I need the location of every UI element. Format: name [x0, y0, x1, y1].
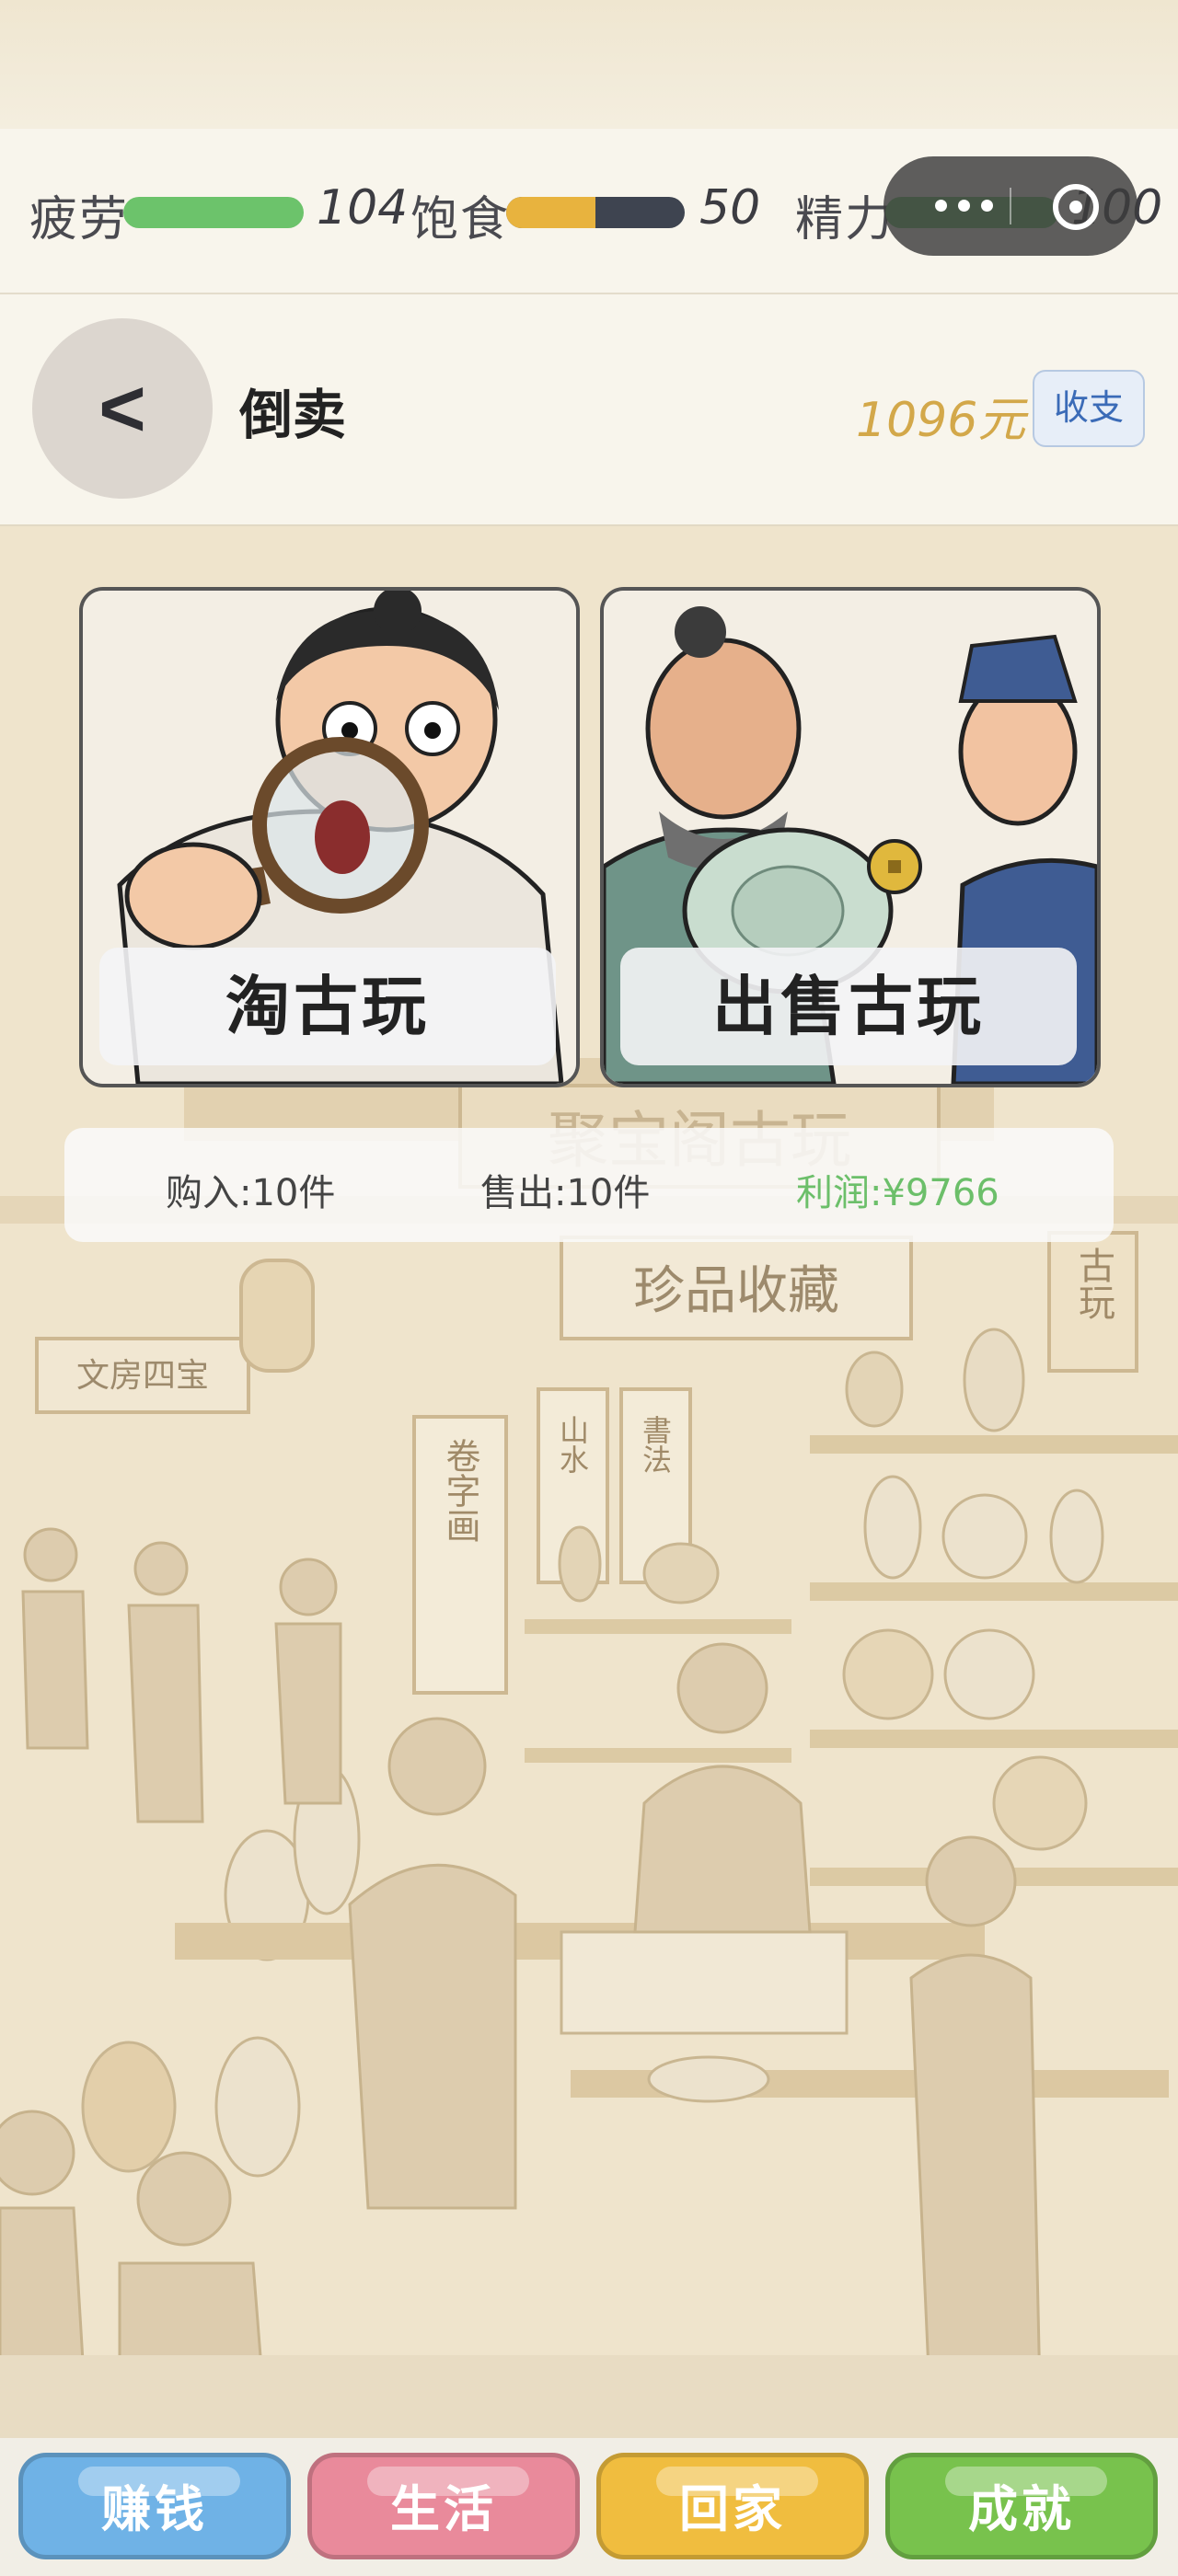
- nav-home-button[interactable]: 回家: [596, 2453, 869, 2559]
- close-miniprogram-icon[interactable]: [1053, 184, 1099, 230]
- treasure-sign: 珍品收藏: [633, 1261, 839, 1321]
- scroll-3: 書法: [638, 1415, 673, 1474]
- fatigue-bar: [123, 197, 304, 228]
- top-safe-area: [0, 0, 1178, 129]
- energy-label: 精力: [795, 192, 895, 247]
- scroll-2: 山水: [555, 1415, 590, 1474]
- trade-stats-panel: 购入:10件 售出:10件 利润:¥9766: [64, 1128, 1114, 1242]
- nav-home-label: 回家: [679, 2482, 786, 2537]
- nav-life-button[interactable]: 生活: [307, 2453, 580, 2559]
- scroll-1: 卷字画: [440, 1438, 480, 1543]
- fatigue-bar-fill: [123, 197, 304, 228]
- stationery-sign: 文房四宝: [76, 1357, 209, 1395]
- satiety-bar: [506, 197, 685, 228]
- sold-count: 售出:10件: [480, 1172, 651, 1214]
- page-title: 倒卖: [239, 384, 347, 446]
- back-button[interactable]: <: [32, 318, 213, 499]
- capsule-divider: [1010, 188, 1011, 224]
- nav-achievement-button[interactable]: 成就: [885, 2453, 1158, 2559]
- back-arrow-icon: <: [98, 362, 146, 454]
- fatigue-value: 104: [317, 180, 409, 236]
- money-balance: 1096元: [856, 393, 1026, 448]
- miniprogram-capsule: [884, 156, 1138, 256]
- profit-amount: 利润:¥9766: [796, 1172, 999, 1214]
- nav-life-label: 生活: [390, 2482, 497, 2537]
- sell-antiques-label: 出售古玩: [620, 948, 1077, 1065]
- more-menu-icon[interactable]: [913, 184, 1014, 226]
- browse-antiques-card[interactable]: 淘古玩: [79, 587, 580, 1087]
- ledger-button[interactable]: 收支: [1033, 370, 1145, 447]
- satiety-value: 50: [699, 180, 761, 236]
- sell-antiques-card[interactable]: 出售古玩: [600, 587, 1101, 1087]
- bought-count: 购入:10件: [166, 1172, 336, 1214]
- browse-antiques-label: 淘古玩: [99, 948, 556, 1065]
- satiety-label: 饱食: [410, 192, 511, 247]
- nav-earn-label: 赚钱: [101, 2482, 208, 2537]
- nav-achievement-label: 成就: [968, 2482, 1075, 2537]
- fatigue-label: 疲劳: [29, 192, 130, 247]
- antique-banner: 古玩: [1072, 1247, 1114, 1320]
- satiety-bar-fill: [506, 197, 595, 228]
- nav-earn-button[interactable]: 赚钱: [18, 2453, 291, 2559]
